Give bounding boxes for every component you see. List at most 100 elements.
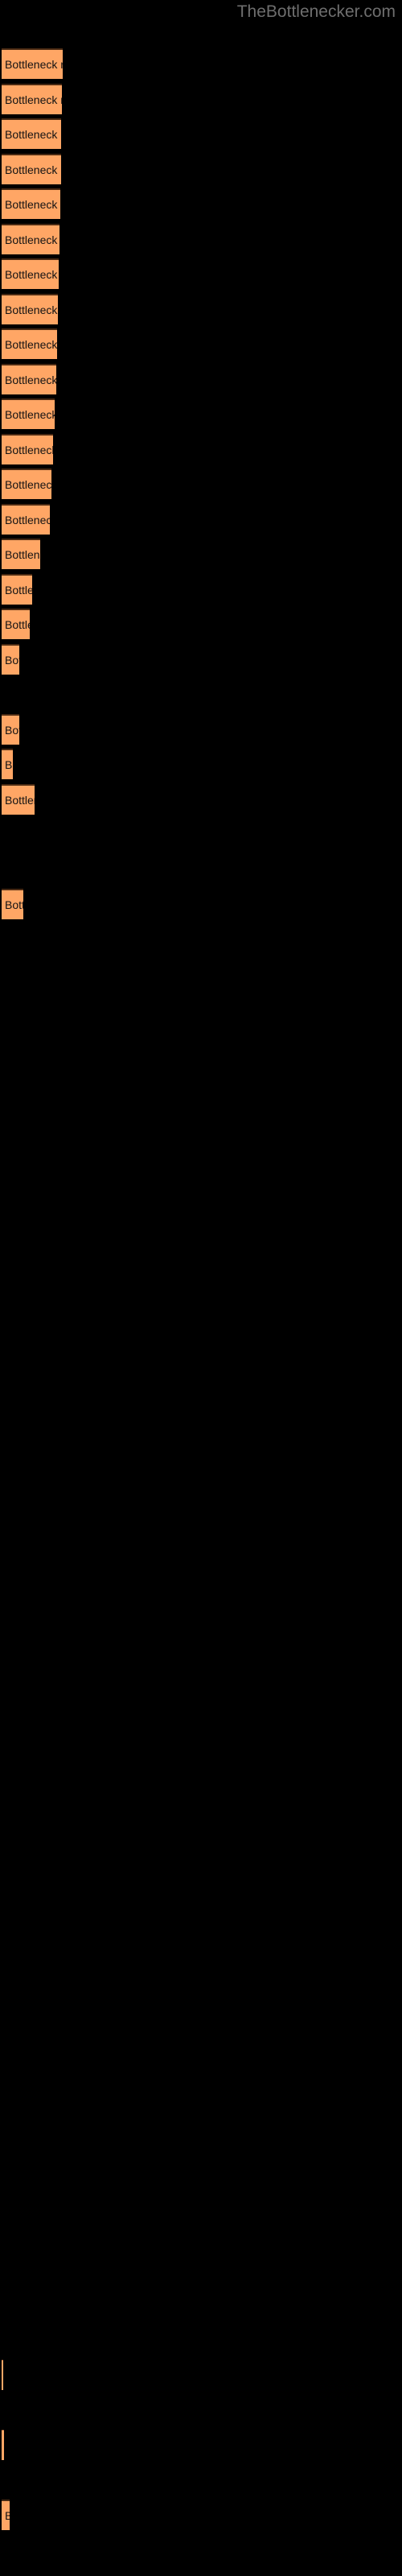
bar-row <box>0 1064 402 1096</box>
bar-row <box>0 1765 402 1797</box>
bar-row <box>0 924 402 956</box>
bar-8[interactable]: Bottleneck result <box>2 293 58 324</box>
bar-row <box>0 1449 402 1481</box>
bar-row: Bottleneck result <box>0 223 402 256</box>
bar-row <box>0 1239 402 1271</box>
bar-row <box>0 2535 402 2567</box>
bar-row: Bottleneck result <box>0 258 402 291</box>
bar-row <box>0 994 402 1026</box>
bar-label: Bottleneck result <box>5 793 35 807</box>
bar-21[interactable]: Bottleneck result <box>2 749 13 779</box>
bar-row <box>0 1799 402 1831</box>
bar-69[interactable]: Bottleneck result <box>2 2429 4 2460</box>
bar-row: Bottleneck result <box>0 83 402 116</box>
bar-chart-plot-area: Bottleneck result Bottleneck result Bottle… <box>0 0 402 2576</box>
bar-row: Bottleneck result <box>0 713 402 746</box>
bar-label: Bottleneck result <box>5 338 57 351</box>
bar-row <box>0 2185 402 2217</box>
bar-row: Bottleneck result <box>0 2500 402 2532</box>
bar-row <box>0 2009 402 2041</box>
bar-label: Bottleneck result <box>5 618 30 631</box>
bar-label: Bottleneck result <box>5 373 56 386</box>
bar-row <box>0 1204 402 1236</box>
bar-row: Bottleneck result <box>0 2429 402 2462</box>
bar-row: Bottleneck result <box>0 328 402 361</box>
bar-row <box>0 1099 402 1131</box>
bar-17[interactable]: Bottleneck result <box>2 609 30 639</box>
bar-row <box>0 1939 402 1971</box>
bar-14[interactable]: Bottleneck result <box>2 503 50 535</box>
bar-2[interactable]: Bottleneck result <box>2 83 62 114</box>
bar-row <box>0 1344 402 1377</box>
bar-label: Bottleneck result <box>5 408 55 421</box>
bar-row: Bottleneck result <box>0 889 402 921</box>
bar-row <box>0 1869 402 1901</box>
bar-22[interactable]: Bottleneck result <box>2 783 35 815</box>
bar-label: Bottleneck result <box>5 93 62 106</box>
bar-label: Bottleneck result <box>5 2509 10 2522</box>
bar-row <box>0 959 402 991</box>
bar-row: Bottleneck result <box>0 539 402 571</box>
bar-row <box>0 1309 402 1341</box>
bar-row <box>0 854 402 886</box>
bar-label: Bottleneck result <box>5 513 50 526</box>
bar-13[interactable]: Bottleneck result <box>2 469 51 499</box>
bar-15[interactable]: Bottleneck result <box>2 539 40 569</box>
bar-row: Bottleneck result <box>0 573 402 606</box>
bar-label: Bottleneck result <box>5 898 23 911</box>
bar-row <box>0 1729 402 1761</box>
bar-row: Bottleneck result <box>0 2359 402 2392</box>
bar-label: Bottleneck result <box>5 723 19 737</box>
bar-row <box>0 1659 402 1691</box>
bar-18[interactable]: Bottleneck result <box>2 643 19 675</box>
bar-71[interactable]: Bottleneck result <box>2 2500 10 2530</box>
bar-row <box>0 2465 402 2497</box>
bar-row: Bottleneck result <box>0 503 402 536</box>
bar-10[interactable]: Bottleneck result <box>2 363 56 394</box>
bar-row: Bottleneck result <box>0 118 402 151</box>
bar-label: Bottleneck result <box>5 303 58 316</box>
bar-5[interactable]: Bottleneck result <box>2 188 60 219</box>
bar-row <box>0 1519 402 1551</box>
bar-20[interactable]: Bottleneck result <box>2 713 19 745</box>
bar-row: Bottleneck result <box>0 48 402 80</box>
bar-row <box>0 1695 402 1727</box>
bar-row <box>0 2289 402 2322</box>
bar-11[interactable]: Bottleneck result <box>2 398 55 429</box>
bar-67[interactable]: Bottleneck result <box>2 2359 3 2390</box>
bar-row <box>0 679 402 711</box>
bar-row <box>0 1975 402 2007</box>
bar-label: Bottleneck result <box>5 128 61 141</box>
bar-row <box>0 1134 402 1166</box>
bar-label: Bottleneck result <box>5 163 61 176</box>
bar-12[interactable]: Bottleneck result <box>2 433 53 464</box>
bar-row <box>0 1554 402 1587</box>
bar-label: Bottleneck result <box>5 548 40 561</box>
bar-label: Bottleneck result <box>5 653 19 667</box>
bar-4[interactable]: Bottleneck result <box>2 153 61 184</box>
chart-page: TheBottlenecker.com Bottleneck resultBot… <box>0 0 402 2576</box>
bar-label: Bottleneck result <box>5 443 53 456</box>
bar-label: Bottleneck result <box>5 583 32 597</box>
bar-16[interactable]: Bottleneck result <box>2 573 32 605</box>
bar-row <box>0 2395 402 2427</box>
bar-row <box>0 2325 402 2357</box>
bar-row: Bottleneck result <box>0 398 402 431</box>
bar-row <box>0 819 402 851</box>
bar-6[interactable]: Bottleneck result <box>2 223 59 254</box>
bar-row <box>0 1624 402 1657</box>
bar-row <box>0 2045 402 2077</box>
bar-row <box>0 2219 402 2252</box>
bar-9[interactable]: Bottleneck result <box>2 328 57 359</box>
bar-7[interactable]: Bottleneck result <box>2 258 59 289</box>
bar-row <box>0 2149 402 2182</box>
bar-row <box>0 1029 402 1061</box>
bar-row: Bottleneck result <box>0 363 402 396</box>
bar-label: Bottleneck result <box>5 758 13 771</box>
bar-label: Bottleneck result <box>5 233 59 246</box>
bar-25[interactable]: Bottleneck result <box>2 889 23 919</box>
bar-1[interactable]: Bottleneck result <box>2 48 63 79</box>
bar-label: Bottleneck result <box>5 478 51 491</box>
bar-row: Bottleneck result <box>0 609 402 641</box>
bar-3[interactable]: Bottleneck result <box>2 118 61 149</box>
